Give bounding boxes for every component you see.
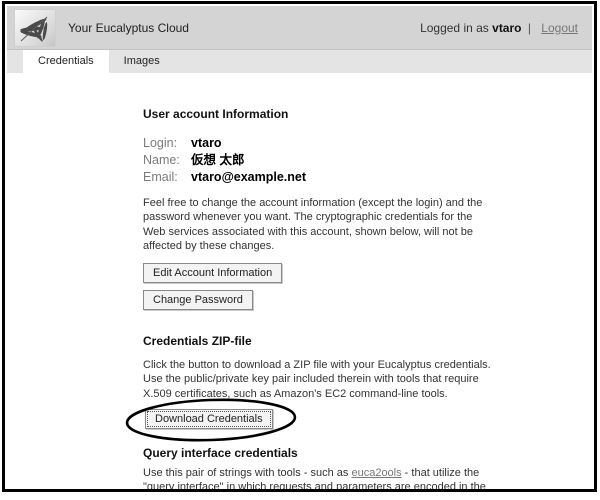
separator: | [528, 21, 531, 35]
edit-account-button[interactable]: Edit Account Information [143, 263, 282, 283]
login-label: Login: [143, 135, 189, 152]
zip-section-heading: Credentials ZIP-file [143, 334, 505, 348]
leaf-glyphs [17, 11, 53, 45]
change-password-button[interactable]: Change Password [143, 290, 253, 310]
name-label: Name: [143, 152, 189, 169]
main-content: User account Information Login: vtaro Na… [5, 73, 505, 492]
account-buttons: Edit Account Information Change Password [143, 263, 505, 317]
tab-images[interactable]: Images [109, 50, 175, 73]
app-title: Your Eucalyptus Cloud [68, 21, 189, 35]
email-label: Email: [143, 169, 189, 186]
euca2ools-link[interactable]: euca2ools [351, 467, 401, 479]
eucalyptus-logo-icon [14, 9, 56, 47]
email-field-row: Email: vtaro@example.net [143, 169, 505, 186]
account-section-heading: User account Information [143, 107, 505, 121]
login-status: Logged in as vtaro | Logout [420, 21, 578, 35]
account-description: Feel free to change the account informat… [143, 196, 492, 253]
download-button-area: Download Credentials [145, 409, 273, 429]
logout-link[interactable]: Logout [541, 21, 578, 35]
username: vtaro [492, 21, 521, 35]
download-credentials-button[interactable]: Download Credentials [145, 409, 273, 429]
name-field-row: Name: 仮想 太郎 [143, 152, 505, 169]
name-value: 仮想 太郎 [191, 152, 244, 169]
login-value: vtaro [191, 135, 222, 152]
logged-in-prefix: Logged in as [420, 21, 489, 35]
header-bar: Your Eucalyptus Cloud Logged in as vtaro… [7, 6, 592, 50]
zip-description: Click the button to download a ZIP file … [143, 358, 492, 401]
tab-credentials[interactable]: Credentials [23, 50, 109, 73]
query-description: Use this pair of strings with tools - su… [143, 466, 492, 492]
query-description-before: Use this pair of strings with tools - su… [143, 467, 351, 479]
email-value: vtaro@example.net [191, 169, 306, 186]
query-section-heading: Query interface credentials [143, 446, 505, 460]
login-field-row: Login: vtaro [143, 135, 505, 152]
tab-bar: Credentials Images [7, 50, 592, 73]
page-frame: Your Eucalyptus Cloud Logged in as vtaro… [2, 1, 597, 492]
